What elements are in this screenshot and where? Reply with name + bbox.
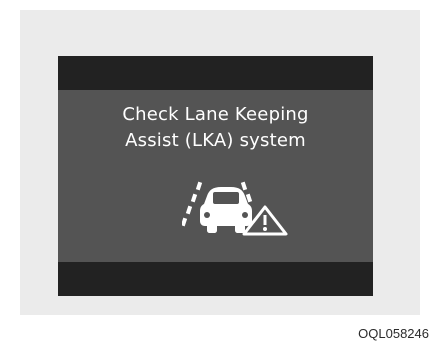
warning-message: Check Lane Keeping Assist (LKA) system — [58, 102, 373, 154]
warning-message-line-2: Assist (LKA) system — [125, 130, 306, 151]
figure-code: OQL058246 — [358, 326, 429, 341]
display-bottom-band — [58, 262, 373, 296]
display-top-band — [58, 56, 373, 90]
warning-message-line-1: Check Lane Keeping — [122, 104, 309, 125]
lane-keeping-assist-warning-icon — [182, 181, 288, 236]
cluster-warning-display: Check Lane Keeping Assist (LKA) system — [58, 56, 373, 296]
